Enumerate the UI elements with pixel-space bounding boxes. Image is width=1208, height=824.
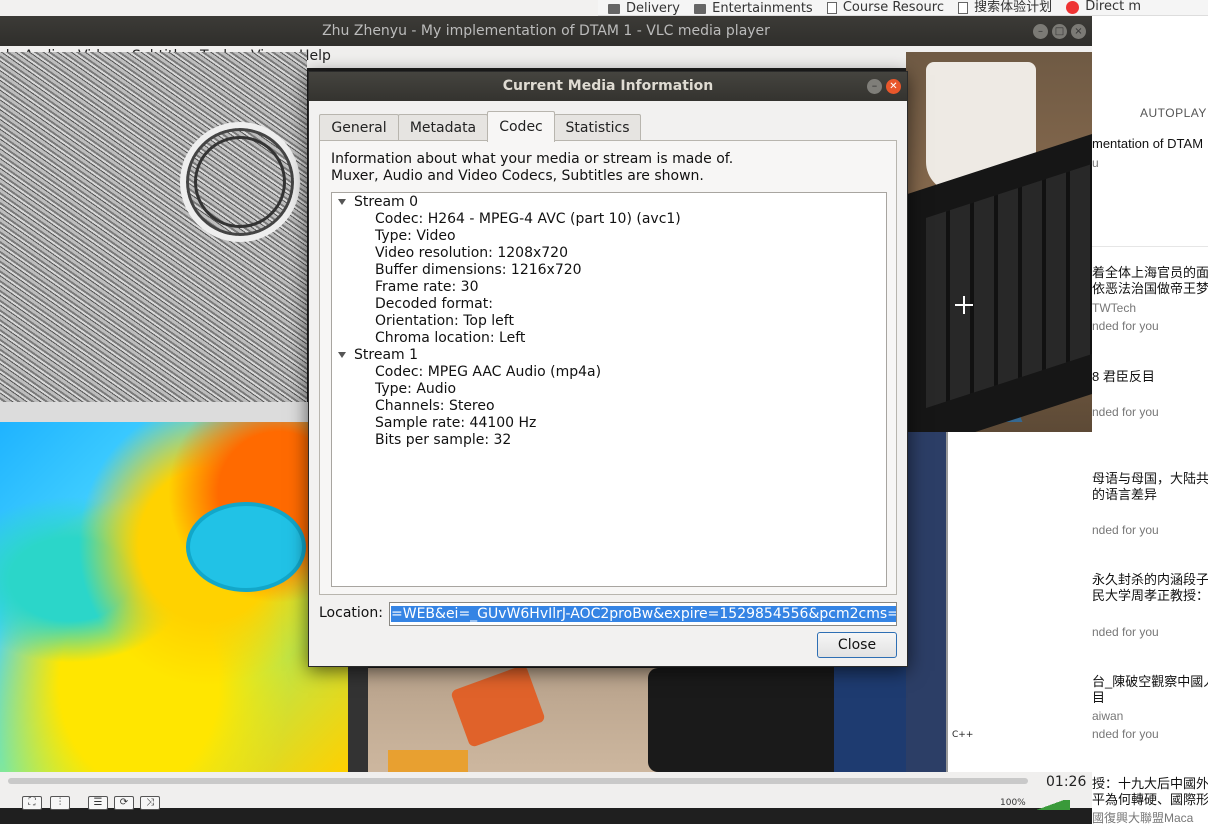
codec-description: Information about what your media or str… — [331, 151, 733, 185]
recommendation-sub: nded for you — [1092, 727, 1159, 741]
depth-map-pane — [0, 422, 348, 772]
elapsed-time: 01:26 — [1046, 774, 1087, 790]
bookmarks-bar: Delivery Entertainments Course Resourc 搜… — [598, 0, 1208, 16]
seek-bar[interactable] — [8, 778, 1028, 784]
tree-stream-row[interactable]: Stream 1 — [332, 347, 886, 364]
orange-block-shape — [450, 668, 546, 748]
ide-language-label: C++ — [952, 730, 974, 740]
media-info-dialog: Current Media Information – ✕ General Me… — [308, 71, 908, 667]
info-line: Muxer, Audio and Video Codecs, Subtitles… — [331, 168, 704, 184]
recommendation-channel: TWTech — [1092, 301, 1137, 315]
expand-arrow-icon[interactable] — [338, 352, 346, 358]
tab-general[interactable]: General — [319, 114, 399, 141]
recommendation-title-line2[interactable]: 依恶法治国做帝王梦 — [1092, 278, 1208, 297]
recommendation-sub: nded for you — [1092, 319, 1159, 333]
info-line: Information about what your media or str… — [331, 151, 734, 167]
playlist-icon[interactable]: ☰ — [88, 796, 108, 810]
recommendation-title[interactable]: 台_陳破空觀察中國人 — [1092, 671, 1208, 690]
recommendation-sub: nded for you — [1092, 405, 1159, 419]
codec-property: Decoded format: — [375, 296, 493, 312]
ide-pane: C++ — [906, 432, 1092, 772]
dialog-title: Current Media Information — [309, 72, 907, 101]
recommendation-title-line2[interactable]: 的语言差异 — [1092, 484, 1157, 503]
codec-property: Codec: MPEG AAC Audio (mp4a) — [375, 364, 602, 380]
bookmark-direct[interactable]: Direct m — [1066, 0, 1141, 14]
tab-statistics[interactable]: Statistics — [554, 114, 641, 141]
volume-level: 100% — [1000, 798, 1026, 808]
codec-property: Channels: Stereo — [375, 398, 495, 414]
glasses-shape — [194, 136, 286, 228]
recommendation-channel: 國復興大聯盟Maca — [1092, 811, 1194, 824]
ide-sidebar — [906, 432, 946, 772]
camera-frame-bottom-pane — [368, 668, 834, 772]
loop-icon[interactable]: ⟳ — [114, 796, 134, 810]
page-icon — [958, 1, 969, 14]
recommendation-title[interactable]: mentation of DTAM — [1092, 136, 1203, 151]
vlc-titlebar: Zhu Zhenyu - My implementation of DTAM 1… — [0, 16, 1092, 46]
cup-shape — [186, 502, 306, 592]
minimize-icon[interactable]: – — [867, 79, 882, 94]
codec-property: Type: Video — [375, 228, 456, 244]
maximize-icon[interactable]: □ — [1052, 24, 1067, 39]
recommendation-channel: aiwan — [1092, 709, 1124, 723]
codec-property: Bits per sample: 32 — [375, 432, 512, 448]
bookmark-delivery[interactable]: Delivery — [608, 2, 680, 16]
location-value: =WEB&ei=_GUvW6HvIlrJ-AOC2proBw&expire=15… — [391, 606, 896, 622]
ide-editor — [946, 432, 1092, 772]
codec-tab-panel: Information about what your media or str… — [319, 140, 897, 595]
recommendation-sub: u — [1092, 156, 1099, 170]
stream-name: Stream 1 — [354, 347, 419, 363]
codec-property: Orientation: Top left — [375, 313, 514, 329]
tree-stream-row[interactable]: Stream 0 — [332, 194, 886, 211]
sketch-video-pane — [0, 52, 307, 402]
expand-arrow-icon[interactable] — [338, 199, 346, 205]
codec-tree[interactable]: Stream 0 Codec: H264 - MPEG-4 AVC (part … — [331, 192, 887, 587]
bookmark-course-resources[interactable]: Course Resourc — [826, 1, 944, 15]
close-icon[interactable]: ✕ — [886, 79, 901, 94]
close-icon[interactable]: × — [1071, 24, 1086, 39]
opera-icon — [1066, 0, 1080, 14]
recommendation-sub: nded for you — [1092, 523, 1159, 537]
recommendation-title[interactable]: 8 君臣反目 — [1092, 366, 1155, 385]
fullscreen-icon[interactable]: ⛶ — [22, 796, 42, 810]
extended-settings-icon[interactable]: ⫶ — [50, 796, 70, 810]
folder-icon — [608, 3, 620, 14]
divider — [1090, 246, 1208, 247]
codec-property: Video resolution: 1208x720 — [375, 245, 568, 261]
vlc-window-title: Zhu Zhenyu - My implementation of DTAM 1… — [322, 23, 770, 39]
location-label: Location: — [319, 605, 383, 621]
codec-property: Buffer dimensions: 1216x720 — [375, 262, 582, 278]
codec-property: Frame rate: 30 — [375, 279, 479, 295]
codec-property: Sample rate: 44100 Hz — [375, 415, 537, 431]
autoplay-label: AUTOPLAY — [1140, 106, 1207, 120]
tab-metadata[interactable]: Metadata — [398, 114, 488, 141]
close-button[interactable]: Close — [817, 632, 897, 658]
bookmark-entertainments[interactable]: Entertainments — [694, 2, 813, 16]
tab-codec[interactable]: Codec — [487, 111, 555, 142]
pane-toolbar-strip — [0, 402, 350, 422]
bookmark-search-plan[interactable]: 搜索体验计划 — [958, 1, 1052, 15]
location-field[interactable]: =WEB&ei=_GUvW6HvIlrJ-AOC2proBw&expire=15… — [389, 602, 897, 626]
codec-property: Chroma location: Left — [375, 330, 526, 346]
vlc-controls: 01:26 ⛶ ⫶ ☰ ⟳ ⤨ 100% — [0, 772, 1092, 810]
page-icon — [826, 1, 837, 14]
shuffle-icon[interactable]: ⤨ — [140, 796, 160, 810]
codec-property: Codec: H264 - MPEG-4 AVC (part 10) (avc1… — [375, 211, 681, 227]
camera-frame-pane — [906, 52, 1092, 432]
minimize-icon[interactable]: – — [1033, 24, 1048, 39]
keyboard-shape — [648, 668, 834, 772]
recommendation-title-line2[interactable]: 目 — [1092, 687, 1105, 706]
recommendation-title-line2[interactable]: 平為何轉硬、國際形 — [1092, 789, 1208, 808]
recommendation-title-line2[interactable]: 民大学周孝正教授： — [1092, 585, 1208, 604]
stream-name: Stream 0 — [354, 194, 419, 210]
recommendations-panel: AUTOPLAY mentation of DTAM u 着全体上海官员的面 依… — [1090, 16, 1208, 824]
folder-icon — [694, 3, 707, 14]
volume-slider[interactable] — [1030, 800, 1070, 810]
codec-property: Type: Audio — [375, 381, 457, 397]
crosshair-cursor-icon — [955, 296, 973, 314]
recommendation-sub: nded for you — [1092, 625, 1159, 639]
orange-block-shape — [388, 750, 468, 772]
